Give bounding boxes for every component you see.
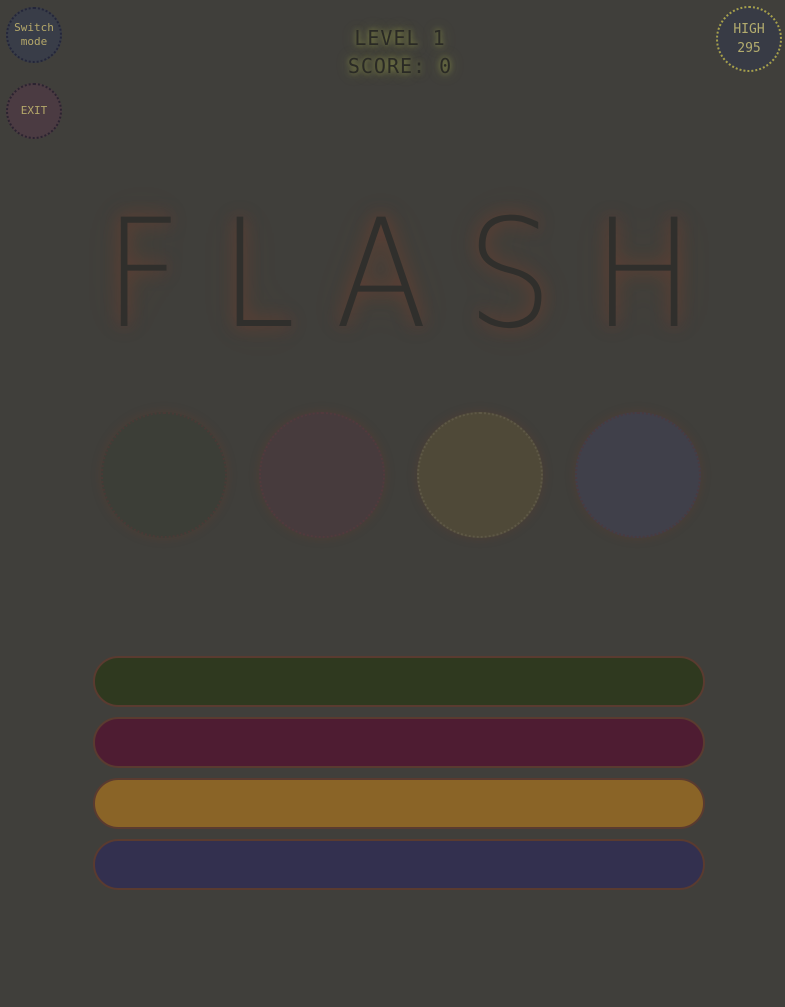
exit-button[interactable]: EXIT: [6, 83, 62, 139]
title-letter: S: [466, 188, 553, 362]
level-indicator: LEVEL 1: [354, 26, 446, 50]
high-score-label: HIGH: [733, 22, 765, 37]
title-letter: F: [104, 188, 182, 362]
maroon-bar-button[interactable]: [93, 717, 705, 768]
high-score-value: 295: [737, 41, 761, 56]
hud: LEVEL 1 SCORE: 0: [300, 24, 500, 80]
game-screen: Switch mode EXIT HIGH 295 LEVEL 1 SCORE:…: [0, 0, 785, 1007]
switch-mode-label: Switch mode: [14, 21, 54, 48]
maroon-circle-pad[interactable]: [259, 412, 385, 538]
title-letter: A: [334, 188, 428, 362]
game-title: F L A S H: [60, 185, 740, 365]
title-letter: H: [592, 188, 695, 362]
yellow-circle-pad[interactable]: [417, 412, 543, 538]
orange-bar-button[interactable]: [93, 778, 705, 829]
high-score-badge: HIGH 295: [716, 6, 782, 72]
green-circle-pad[interactable]: [101, 412, 227, 538]
green-bar-button[interactable]: [93, 656, 705, 707]
exit-label: EXIT: [20, 104, 48, 117]
score-display: SCORE: 0: [347, 54, 453, 78]
navy-bar-button[interactable]: [93, 839, 705, 890]
title-letter: L: [220, 188, 296, 362]
blue-circle-pad[interactable]: [575, 412, 701, 538]
switch-mode-button[interactable]: Switch mode: [6, 7, 62, 63]
